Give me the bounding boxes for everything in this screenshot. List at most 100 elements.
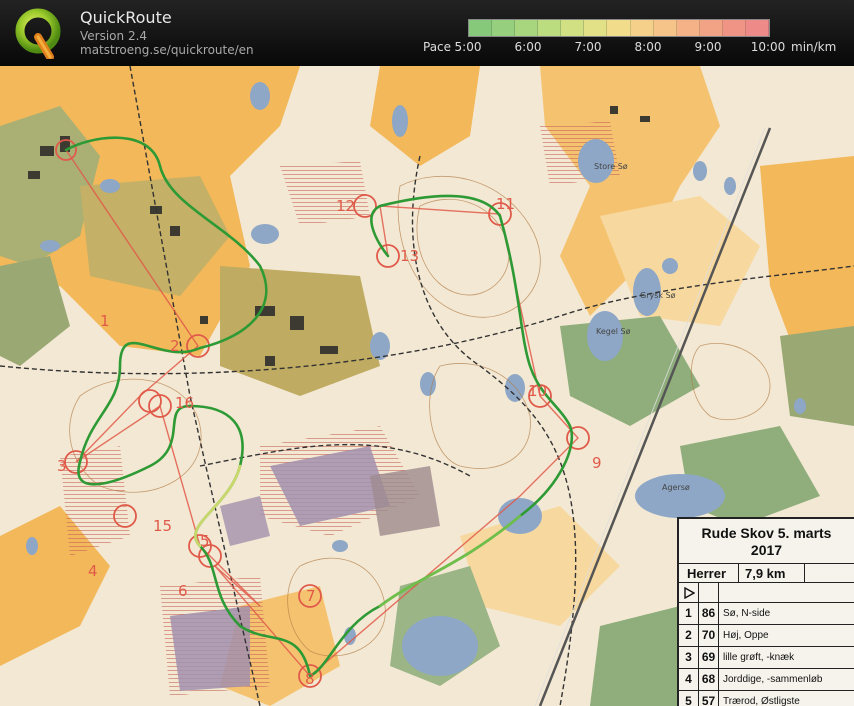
app-version: Version 2.4 bbox=[80, 29, 148, 43]
building bbox=[320, 346, 338, 354]
control-description: Trærod, Østligste bbox=[723, 696, 800, 706]
control-row: 1 86 Sø, N-side bbox=[679, 603, 854, 625]
pace-unit: min/km bbox=[791, 40, 837, 54]
lake bbox=[693, 161, 707, 181]
control-description: Høj, Oppe bbox=[723, 630, 769, 641]
building bbox=[290, 316, 304, 330]
control-number: 2 bbox=[170, 337, 180, 355]
control-number: 4 bbox=[679, 669, 699, 690]
pace-color-swatch bbox=[492, 20, 516, 36]
pace-tick: 7:00 bbox=[574, 40, 602, 54]
control-code: 70 bbox=[699, 625, 719, 646]
start-triangle-icon bbox=[679, 583, 699, 602]
pace-color-swatch bbox=[469, 20, 493, 36]
control-number: 1 bbox=[679, 603, 699, 624]
control-code: 68 bbox=[699, 669, 719, 690]
event-title: Rude Skov 5. marts 2017 bbox=[679, 519, 854, 563]
lake bbox=[100, 179, 120, 193]
pace-color-swatch bbox=[584, 20, 608, 36]
control-code: 86 bbox=[699, 603, 719, 624]
building bbox=[40, 146, 54, 156]
green-area bbox=[780, 326, 854, 426]
control-number: 11 bbox=[496, 195, 515, 213]
control-number: 13 bbox=[400, 247, 419, 265]
pace-color-swatch bbox=[653, 20, 677, 36]
marsh-area bbox=[370, 466, 440, 536]
control-row: 3 69 lille grøft, -knæk bbox=[679, 647, 854, 669]
orienteering-map[interactable]: 2 3 5 6 7 8 9 10 11 12 13 15 16 1 4 Stor… bbox=[0, 66, 854, 706]
control-row: 4 68 Jorddige, -sammenløb bbox=[679, 669, 854, 691]
app-header: QuickRoute Version 2.4 matstroeng.se/qui… bbox=[0, 0, 854, 66]
control-code: 69 bbox=[699, 647, 719, 668]
lake bbox=[662, 258, 678, 274]
lake-name: Store Sø bbox=[594, 162, 628, 171]
control-number: 16 bbox=[175, 394, 194, 412]
control-number: 5 bbox=[679, 691, 699, 706]
building bbox=[170, 226, 180, 236]
control-row: 5 57 Trærod, Østligste bbox=[679, 691, 854, 706]
quickroute-window: QuickRoute Version 2.4 matstroeng.se/qui… bbox=[0, 0, 854, 706]
lake-name: Kegel Sø bbox=[596, 327, 631, 336]
control-number: 3 bbox=[57, 457, 67, 475]
control-number: 6 bbox=[178, 582, 188, 600]
start-blank-cell bbox=[699, 583, 719, 602]
lake bbox=[392, 105, 408, 137]
start-row bbox=[679, 583, 854, 603]
app-title: QuickRoute bbox=[80, 8, 172, 27]
control-row: 2 70 Høj, Oppe bbox=[679, 625, 854, 647]
control-number: 3 bbox=[679, 647, 699, 668]
pace-color-scale bbox=[468, 19, 770, 37]
lake bbox=[332, 540, 348, 552]
lake bbox=[635, 474, 725, 518]
lake bbox=[420, 372, 436, 396]
class-name: Herrer bbox=[679, 564, 739, 582]
pace-color-swatch bbox=[676, 20, 700, 36]
pace-tick: 9:00 bbox=[694, 40, 722, 54]
lake bbox=[26, 537, 38, 555]
lake bbox=[251, 224, 279, 244]
pace-color-swatch bbox=[561, 20, 585, 36]
control-number: 15 bbox=[153, 517, 172, 535]
pace-color-swatch bbox=[515, 20, 539, 36]
control-description-sheet: Rude Skov 5. marts 2017 Herrer 7,9 km 1 … bbox=[677, 517, 854, 706]
pace-color-swatch bbox=[699, 20, 723, 36]
lake bbox=[587, 311, 623, 361]
control-code: 57 bbox=[699, 691, 719, 706]
course-distance: 7,9 km bbox=[739, 564, 805, 582]
marsh-area bbox=[170, 606, 250, 691]
app-url-link[interactable]: matstroeng.se/quickroute/en bbox=[80, 43, 254, 57]
lake-name: Agersø bbox=[662, 483, 690, 492]
control-number: 4 bbox=[88, 562, 98, 580]
building bbox=[200, 316, 208, 324]
hatched-area bbox=[60, 446, 130, 556]
pace-color-swatch bbox=[722, 20, 746, 36]
pace-tick: 10:00 bbox=[750, 40, 786, 54]
pace-color-swatch bbox=[630, 20, 654, 36]
lake bbox=[402, 616, 478, 676]
lake bbox=[250, 82, 270, 110]
control-description: lille grøft, -knæk bbox=[723, 652, 795, 663]
quickroute-logo-icon bbox=[15, 8, 61, 59]
pace-color-swatch bbox=[745, 20, 770, 36]
control-number: 7 bbox=[306, 587, 316, 605]
control-number: 9 bbox=[592, 454, 602, 472]
lake bbox=[578, 139, 614, 183]
control-description: Jorddige, -sammenløb bbox=[723, 674, 823, 685]
lake bbox=[724, 177, 736, 195]
control-number: 2 bbox=[679, 625, 699, 646]
lake-name: Grysk Sø bbox=[640, 291, 676, 300]
building bbox=[28, 171, 40, 179]
control-number: 12 bbox=[336, 197, 355, 215]
pace-color-swatch bbox=[538, 20, 562, 36]
event-title-line: Rude Skov 5. marts bbox=[701, 525, 832, 541]
event-date-year: 2017 bbox=[750, 542, 783, 558]
pace-tick: 5:00 bbox=[454, 40, 482, 54]
pace-color-swatch bbox=[607, 20, 631, 36]
pace-label: Pace bbox=[423, 40, 452, 54]
class-row: Herrer 7,9 km bbox=[679, 563, 854, 583]
building bbox=[265, 356, 275, 366]
control-number: 8 bbox=[305, 670, 315, 688]
pace-tick: 8:00 bbox=[634, 40, 662, 54]
lake bbox=[794, 398, 806, 414]
control-description: Sø, N-side bbox=[723, 608, 771, 619]
